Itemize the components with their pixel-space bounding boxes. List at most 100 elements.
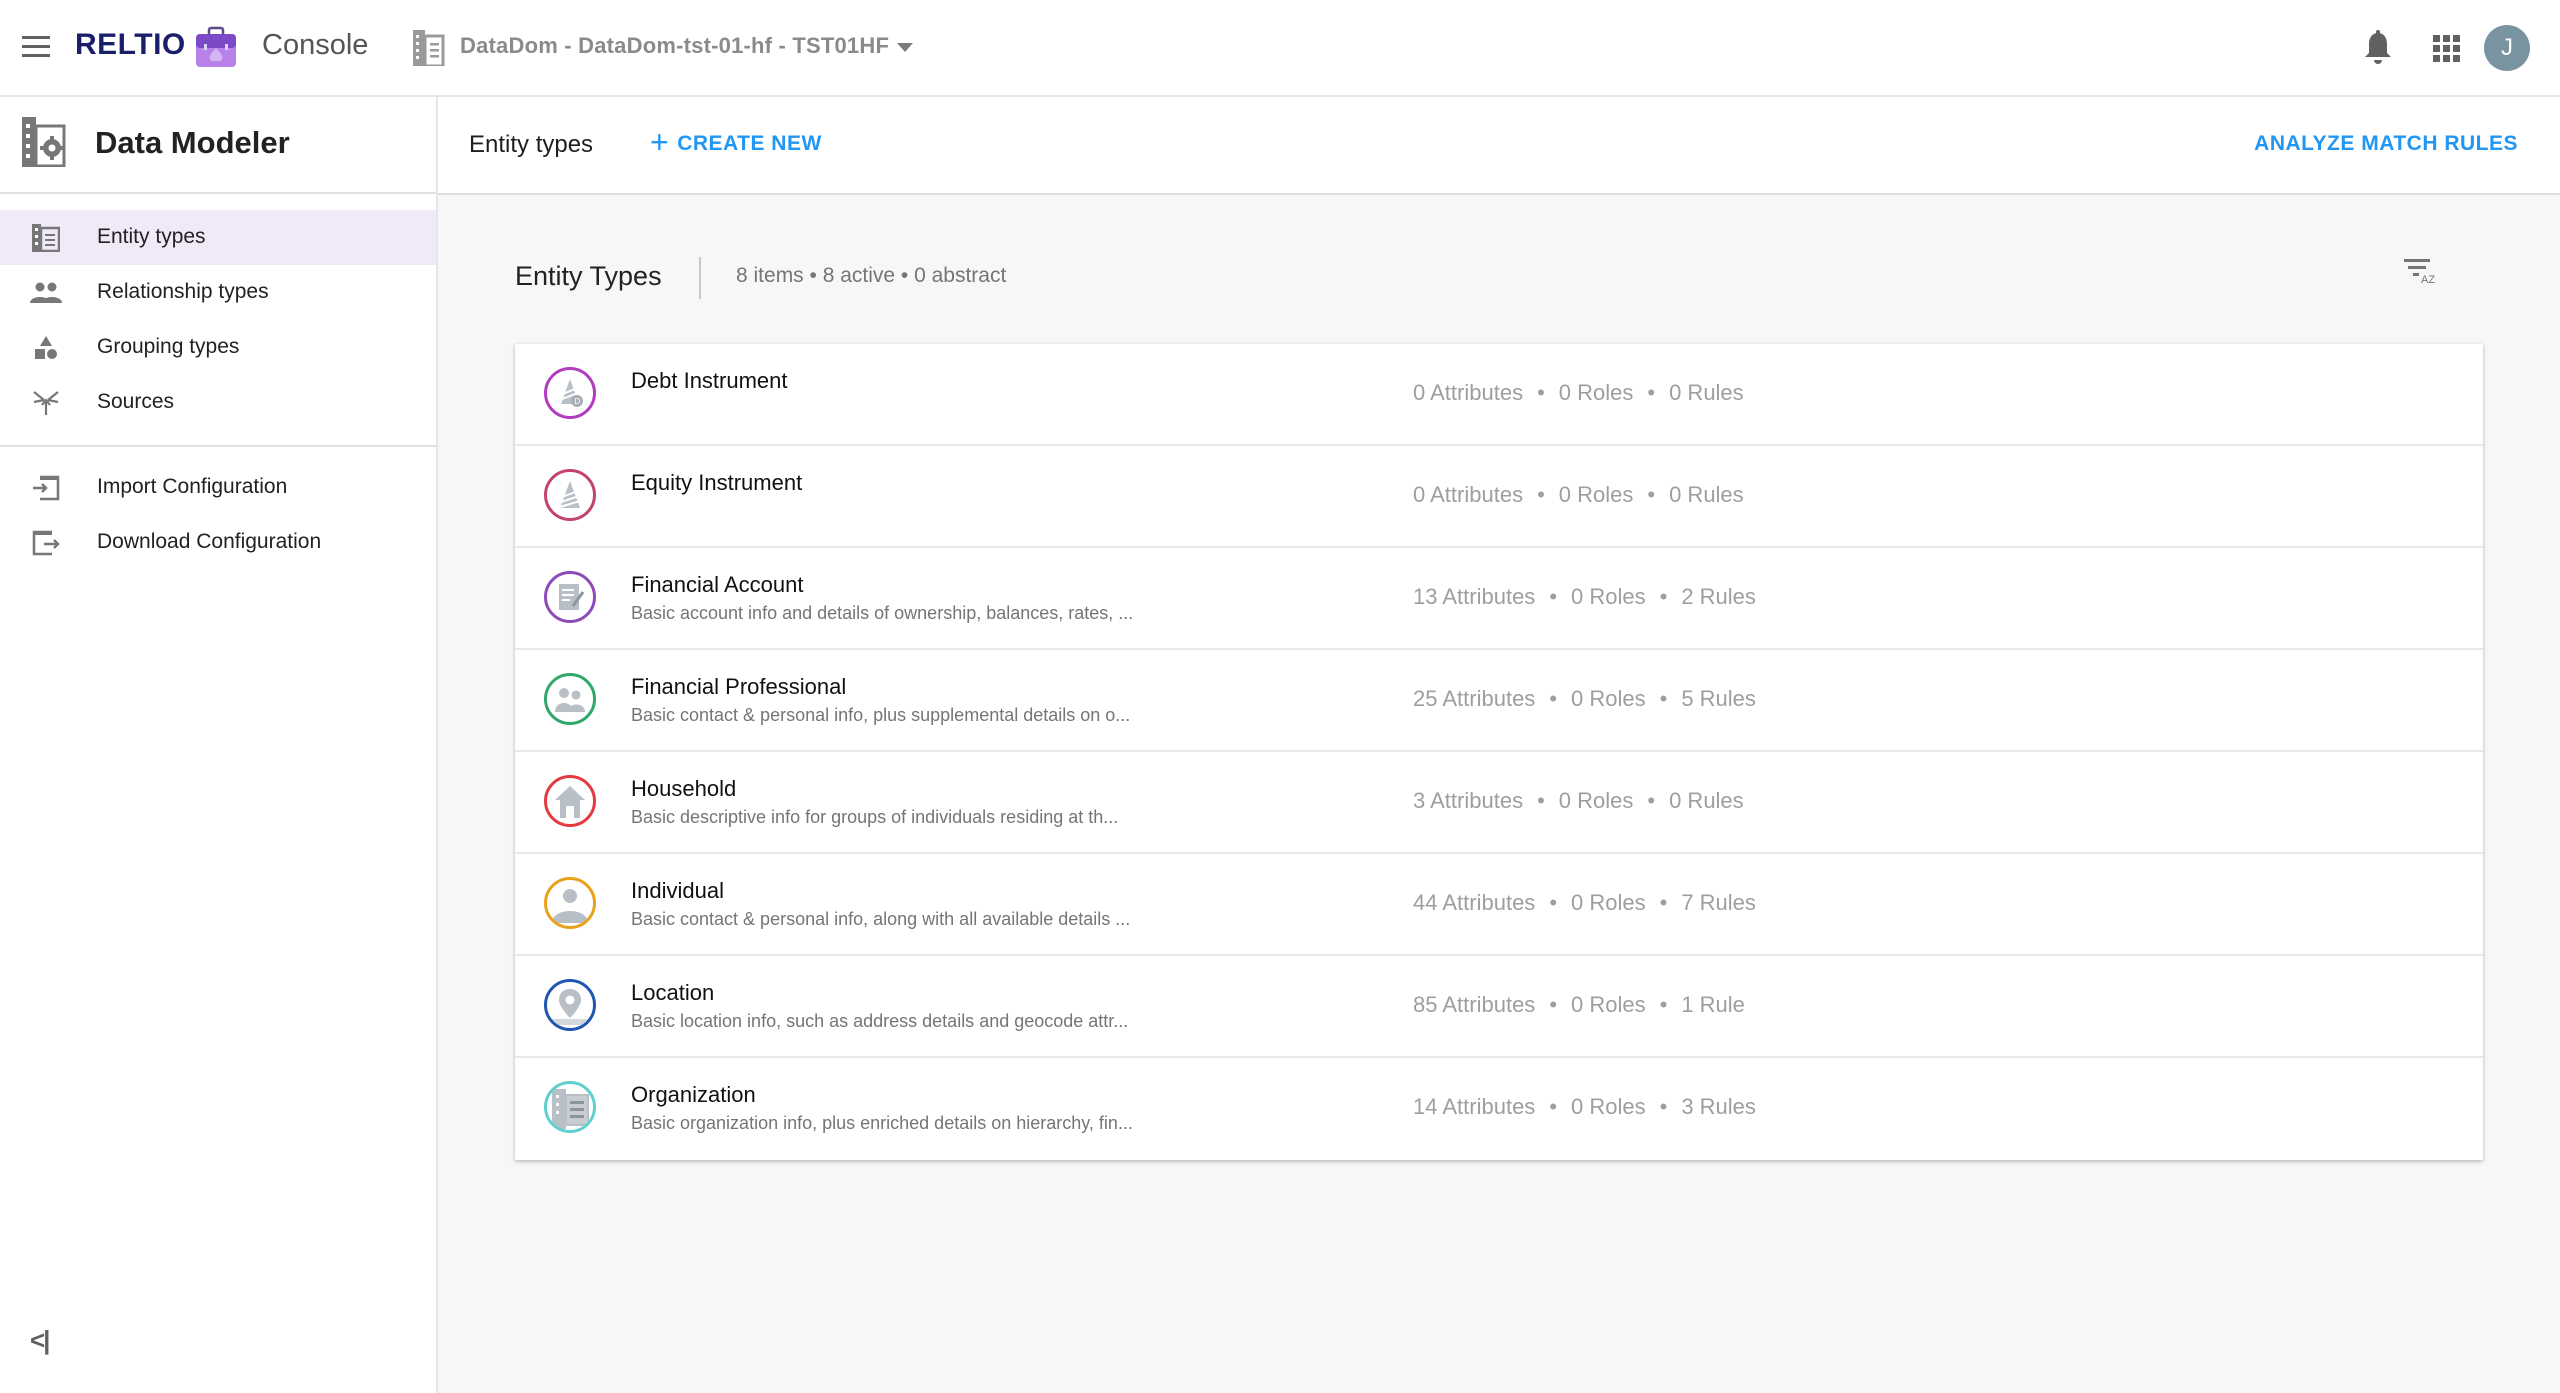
- separator-dot: •: [1537, 380, 1545, 405]
- financial-professional-icon: [544, 673, 596, 725]
- sidebar-item-label: Entity types: [97, 225, 206, 248]
- rules-count: 0 Rules: [1669, 482, 1744, 507]
- entity-row-financial-account[interactable]: Financial Account Basic account info and…: [515, 548, 2483, 650]
- roles-count: 0 Roles: [1571, 992, 1646, 1017]
- entity-stats: 0 Attributes • 0 Roles • 0 Rules: [1413, 482, 1744, 508]
- individual-icon: [544, 877, 596, 929]
- entity-description: Basic account info and details of owners…: [631, 603, 1134, 623]
- separator-dot: •: [1659, 1094, 1668, 1119]
- roles-count: 0 Roles: [1558, 380, 1634, 405]
- debt-instrument-icon: D: [544, 367, 596, 419]
- sidebar-item-relationship-types[interactable]: Relationship types: [0, 265, 436, 320]
- app-name: Console: [262, 29, 369, 61]
- hamburger-menu-icon[interactable]: [22, 36, 50, 58]
- create-new-label: CREATE NEW: [677, 132, 822, 155]
- collapse-sidebar-icon[interactable]: <|: [30, 1325, 51, 1356]
- sort-az-icon[interactable]: AZ: [2404, 257, 2440, 287]
- sidebar-header: Data Modeler: [0, 97, 436, 194]
- entity-stats: 44 Attributes • 0 Roles • 7 Rules: [1413, 890, 1756, 916]
- entity-name: Organization: [631, 1082, 756, 1107]
- apps-grid-icon[interactable]: [2433, 35, 2460, 62]
- section-title: Entity Types: [515, 261, 662, 291]
- separator-dot: •: [1537, 788, 1545, 813]
- page-title: Entity types: [469, 131, 594, 158]
- data-modeler-icon: [22, 117, 66, 168]
- sidebar-item-label: Sources: [97, 390, 175, 413]
- download-icon: [30, 528, 62, 558]
- sidebar-item-entity-types[interactable]: Entity types: [0, 210, 436, 265]
- rules-count: 3 Rules: [1681, 1094, 1756, 1119]
- entity-types-list: D Debt Instrument 0 Attributes • 0 Roles…: [515, 344, 2483, 1160]
- roles-count: 0 Roles: [1558, 482, 1634, 507]
- sidebar-item-label: Relationship types: [97, 280, 269, 303]
- household-icon: [544, 775, 596, 827]
- shapes-icon: [30, 333, 62, 363]
- sidebar-item-label: Download Configuration: [97, 530, 322, 553]
- main-content: Entity types + CREATE NEW ANALYZE MATCH …: [438, 97, 2560, 1393]
- rules-count: 0 Rules: [1669, 788, 1744, 813]
- separator-dot: •: [1549, 992, 1558, 1017]
- rules-count: 2 Rules: [1681, 584, 1756, 609]
- entity-stats: 0 Attributes • 0 Roles • 0 Rules: [1413, 380, 1744, 406]
- separator-dot: •: [1549, 1094, 1558, 1119]
- sidebar-item-download-configuration[interactable]: Download Configuration: [0, 515, 436, 570]
- content-header: Entity types + CREATE NEW ANALYZE MATCH …: [438, 97, 2560, 195]
- rules-count: 5 Rules: [1681, 686, 1756, 711]
- entity-description: Basic contact & personal info, along wit…: [631, 909, 1131, 929]
- notifications-bell-icon[interactable]: [2363, 30, 2393, 66]
- sidebar-divider: [0, 445, 436, 447]
- entity-stats: 25 Attributes • 0 Roles • 5 Rules: [1413, 686, 1756, 712]
- separator-dot: •: [1537, 482, 1545, 507]
- entity-name: Equity Instrument: [631, 470, 803, 495]
- entity-row-household[interactable]: Household Basic descriptive info for gro…: [515, 752, 2483, 854]
- plus-icon: +: [650, 124, 670, 160]
- entity-types-icon: [30, 223, 62, 253]
- section-divider: [699, 257, 701, 299]
- separator-dot: •: [1647, 482, 1656, 507]
- entity-description: Basic organization info, plus enriched d…: [631, 1113, 1133, 1133]
- roles-count: 0 Roles: [1571, 1094, 1646, 1119]
- entity-name: Debt Instrument: [631, 368, 788, 393]
- attributes-count: 14 Attributes: [1413, 1094, 1536, 1119]
- entity-row-financial-professional[interactable]: Financial Professional Basic contact & p…: [515, 650, 2483, 752]
- separator-dot: •: [1647, 380, 1656, 405]
- user-avatar[interactable]: J: [2484, 25, 2530, 71]
- organization-icon: [544, 1081, 596, 1133]
- location-icon: [544, 979, 596, 1031]
- entity-row-individual[interactable]: Individual Basic contact & personal info…: [515, 854, 2483, 956]
- entity-name: Financial Account: [631, 572, 804, 597]
- separator-dot: •: [1659, 992, 1668, 1017]
- sidebar-item-import-configuration[interactable]: Import Configuration: [0, 460, 436, 515]
- attributes-count: 44 Attributes: [1413, 890, 1536, 915]
- rules-count: 7 Rules: [1681, 890, 1756, 915]
- entity-row-organization[interactable]: Organization Basic organization info, pl…: [515, 1058, 2483, 1160]
- merge-icon: [30, 388, 62, 418]
- entity-name: Location: [631, 980, 715, 1005]
- entity-row-debt-instrument[interactable]: D Debt Instrument 0 Attributes • 0 Roles…: [515, 344, 2483, 446]
- roles-count: 0 Roles: [1558, 788, 1634, 813]
- attributes-count: 0 Attributes: [1413, 380, 1524, 405]
- separator-dot: •: [1659, 890, 1668, 915]
- tenant-building-icon: [413, 30, 445, 68]
- entity-count-summary: 8 items • 8 active • 0 abstract: [736, 264, 1007, 287]
- entity-description: Basic descriptive info for groups of ind…: [631, 807, 1119, 827]
- create-new-button[interactable]: + CREATE NEW: [650, 124, 822, 160]
- separator-dot: •: [1549, 686, 1558, 711]
- tenant-selector[interactable]: DataDom - DataDom-tst-01-hf - TST01HF: [460, 33, 889, 59]
- roles-count: 0 Roles: [1571, 686, 1646, 711]
- sidebar-item-grouping-types[interactable]: Grouping types: [0, 320, 436, 375]
- sidebar-item-label: Grouping types: [97, 335, 240, 358]
- entity-row-location[interactable]: Location Basic location info, such as ad…: [515, 956, 2483, 1058]
- equity-instrument-icon: [544, 469, 596, 521]
- analyze-match-rules-button[interactable]: ANALYZE MATCH RULES: [2254, 132, 2518, 156]
- entity-name: Financial Professional: [631, 674, 847, 699]
- separator-dot: •: [1549, 890, 1558, 915]
- roles-count: 0 Roles: [1571, 584, 1646, 609]
- roles-count: 0 Roles: [1571, 890, 1646, 915]
- tenant-dropdown-caret-icon[interactable]: [897, 43, 913, 52]
- attributes-count: 0 Attributes: [1413, 482, 1524, 507]
- svg-text:D: D: [575, 397, 581, 406]
- reltio-logo[interactable]: RELTIO: [75, 28, 186, 62]
- sidebar-item-sources[interactable]: Sources: [0, 375, 436, 430]
- entity-row-equity-instrument[interactable]: Equity Instrument 0 Attributes • 0 Roles…: [515, 446, 2483, 548]
